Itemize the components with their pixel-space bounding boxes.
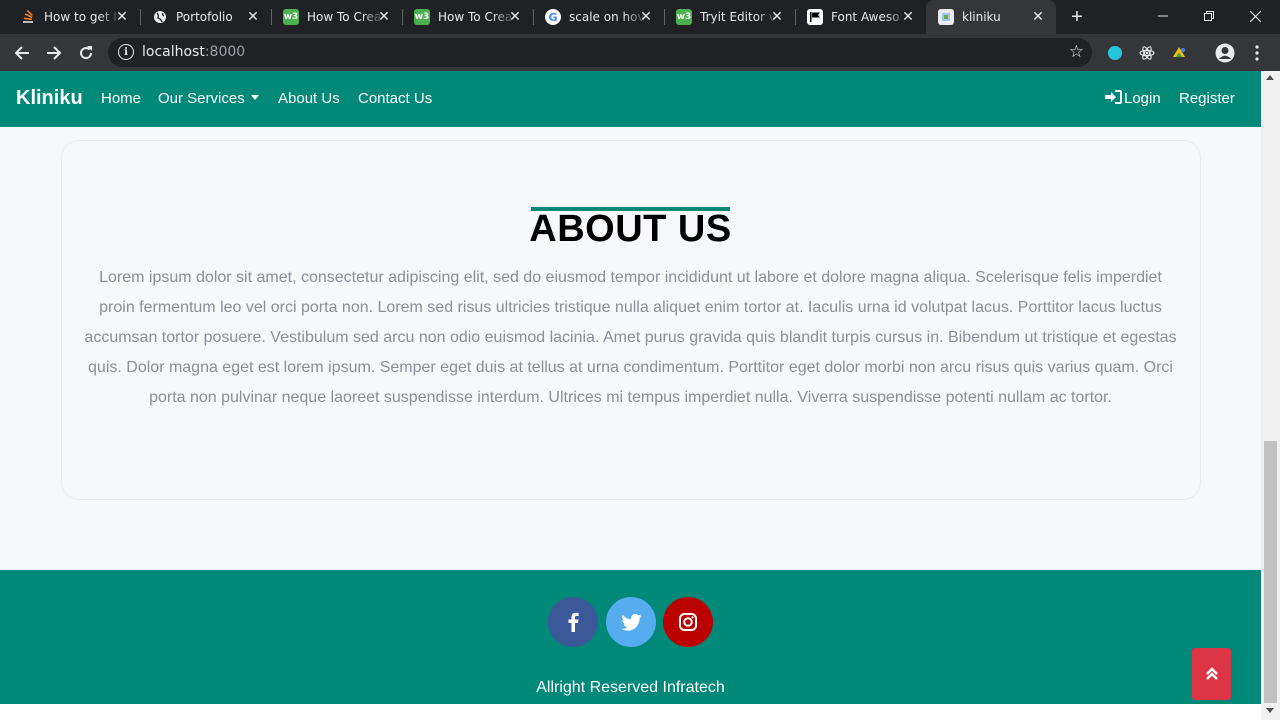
tab-title: kliniku [962, 10, 1001, 24]
instagram-button[interactable] [663, 597, 713, 647]
tab-title: How To Crea [438, 10, 513, 24]
browser-tab[interactable]: Portofolio ✕ [140, 0, 271, 34]
browser-tab-active[interactable]: kliniku ✕ [926, 0, 1056, 34]
tab-close-icon[interactable]: ✕ [507, 9, 523, 25]
tab-title: How To Crea [307, 10, 382, 24]
tab-title: scale on hov [569, 10, 645, 24]
tab-title: Portofolio [176, 10, 233, 24]
page-icon [938, 9, 954, 25]
minimize-icon[interactable] [1140, 0, 1186, 32]
browser-tab[interactable]: Font Aweso ✕ [795, 0, 926, 34]
tab-close-icon[interactable]: ✕ [900, 9, 916, 25]
extension-colorful-icon[interactable] [1170, 44, 1188, 62]
nav-link-about[interactable]: About Us [278, 90, 340, 107]
login-link[interactable]: Login [1105, 90, 1161, 107]
back-to-top-button[interactable] [1192, 648, 1231, 700]
nav-dropdown-services[interactable]: Our Services [158, 90, 259, 107]
scroll-up-arrow-icon[interactable] [1266, 75, 1274, 80]
new-tab-icon[interactable]: + [1066, 6, 1088, 28]
browser-tab[interactable]: w3 How To Crea ✕ [271, 0, 402, 34]
browser-tab[interactable]: How to get l ✕ [8, 0, 140, 34]
nav-dropdown-label: Our Services [158, 90, 245, 107]
register-link[interactable]: Register [1179, 90, 1235, 107]
browser-tab[interactable]: w3 How To Crea ✕ [402, 0, 533, 34]
caret-down-icon [250, 95, 259, 100]
reload-icon[interactable] [74, 41, 98, 65]
facebook-button[interactable] [548, 597, 598, 647]
nav-link-contact[interactable]: Contact Us [358, 90, 432, 107]
url-host: localhost [142, 44, 205, 60]
browser-tab[interactable]: w3 Tryit Editor v ✕ [664, 0, 795, 34]
about-title: ABOUT US [529, 208, 732, 250]
stackoverflow-icon [20, 9, 36, 25]
tab-title: Font Aweso [831, 10, 900, 24]
tab-close-icon[interactable]: ✕ [769, 9, 785, 25]
login-label: Login [1124, 90, 1161, 107]
tab-close-icon[interactable]: ✕ [1030, 9, 1046, 25]
scroll-down-arrow-icon[interactable] [1266, 708, 1274, 713]
browser-tab[interactable]: G scale on hov ✕ [533, 0, 664, 34]
extension-teal-icon[interactable] [1106, 44, 1124, 62]
back-arrow-icon[interactable] [10, 41, 34, 65]
nav-link-home[interactable]: Home [101, 90, 141, 107]
page-scrollbar[interactable] [1261, 71, 1280, 720]
close-window-icon[interactable] [1232, 0, 1278, 32]
url-port: :8000 [204, 44, 246, 60]
site-info-icon[interactable]: i [118, 44, 134, 60]
react-devtools-icon[interactable] [1138, 44, 1156, 62]
address-url: localhost:8000 [142, 44, 245, 60]
tab-title: Tryit Editor v [700, 10, 776, 24]
address-bar[interactable]: i localhost:8000 ☆ [108, 38, 1092, 67]
scrollbar-thumb[interactable] [1264, 441, 1277, 703]
tab-close-icon[interactable]: ✕ [245, 9, 261, 25]
google-icon: G [545, 9, 561, 25]
facebook-icon [568, 612, 579, 632]
globe-icon [152, 9, 168, 25]
browser-menu-icon[interactable] [1248, 44, 1266, 62]
tab-close-icon[interactable]: ✕ [376, 9, 392, 25]
twitter-button[interactable] [606, 597, 656, 647]
profile-avatar-icon[interactable] [1214, 42, 1236, 64]
angle-double-up-icon [1205, 667, 1218, 680]
w3schools-icon: w3 [414, 9, 430, 25]
tab-close-icon[interactable]: ✕ [638, 9, 654, 25]
sign-in-icon [1105, 90, 1122, 104]
about-paragraph: Lorem ipsum dolor sit amet, consectetur … [84, 269, 1177, 406]
browser-tab-bar: How to get l ✕ Portofolio ✕ w3 How To Cr… [0, 0, 1280, 34]
tab-title: How to get l [44, 10, 117, 24]
forward-arrow-icon[interactable] [42, 41, 66, 65]
w3schools-icon: w3 [676, 9, 692, 25]
brand-logo[interactable]: Kliniku [16, 87, 83, 110]
w3schools-icon: w3 [283, 9, 299, 25]
bookmark-star-icon[interactable]: ☆ [1069, 42, 1084, 62]
instagram-icon [679, 613, 697, 631]
browser-toolbar: i localhost:8000 ☆ [0, 34, 1280, 71]
page-bottom-strip [0, 704, 1261, 720]
site-navbar: Kliniku Home Our Services About Us Conta… [0, 71, 1261, 127]
site-footer: Allright Reserved Infratech [0, 570, 1261, 704]
restore-icon[interactable] [1186, 0, 1232, 32]
copyright-text: Allright Reserved Infratech [536, 679, 725, 696]
twitter-icon [620, 613, 642, 631]
tab-close-icon[interactable]: ✕ [114, 9, 130, 25]
fontawesome-flag-icon [807, 9, 823, 25]
